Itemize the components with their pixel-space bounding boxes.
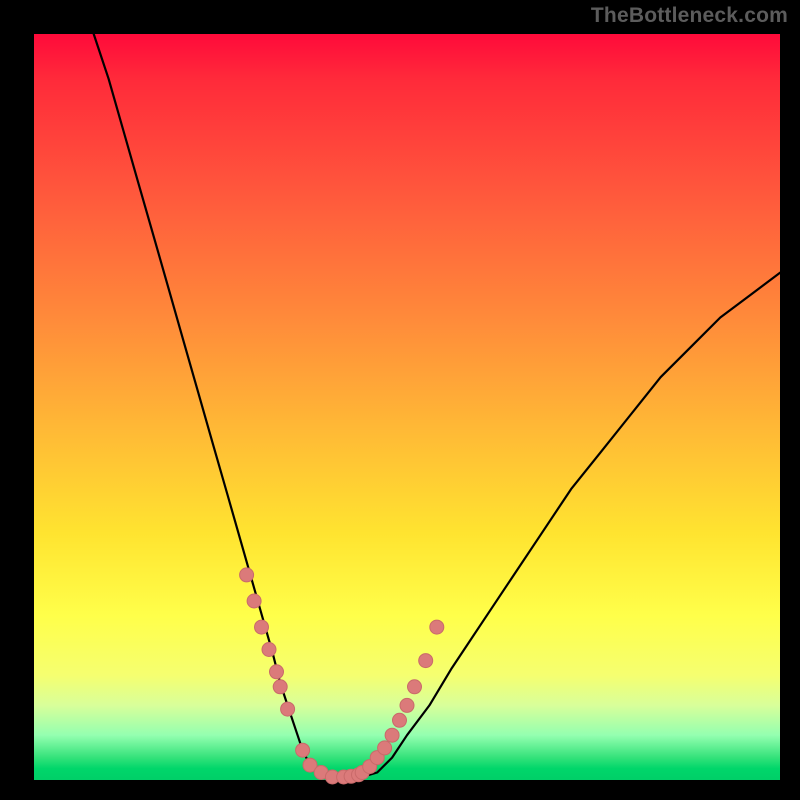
marker-point <box>281 702 295 716</box>
marker-point <box>419 654 433 668</box>
marker-point <box>393 713 407 727</box>
marker-point <box>255 620 269 634</box>
marker-point <box>296 743 310 757</box>
bottleneck-curve <box>94 34 780 779</box>
marker-point <box>262 643 276 657</box>
plot-area <box>34 34 780 780</box>
marker-point <box>273 680 287 694</box>
watermark-text: TheBottleneck.com <box>591 4 788 28</box>
marker-point <box>378 741 392 755</box>
marker-group <box>240 568 444 784</box>
marker-point <box>385 728 399 742</box>
marker-point <box>408 680 422 694</box>
marker-point <box>270 665 284 679</box>
marker-point <box>247 594 261 608</box>
marker-point <box>240 568 254 582</box>
chart-svg <box>34 34 780 780</box>
marker-point <box>430 620 444 634</box>
chart-frame: TheBottleneck.com <box>0 0 800 800</box>
marker-point <box>400 698 414 712</box>
